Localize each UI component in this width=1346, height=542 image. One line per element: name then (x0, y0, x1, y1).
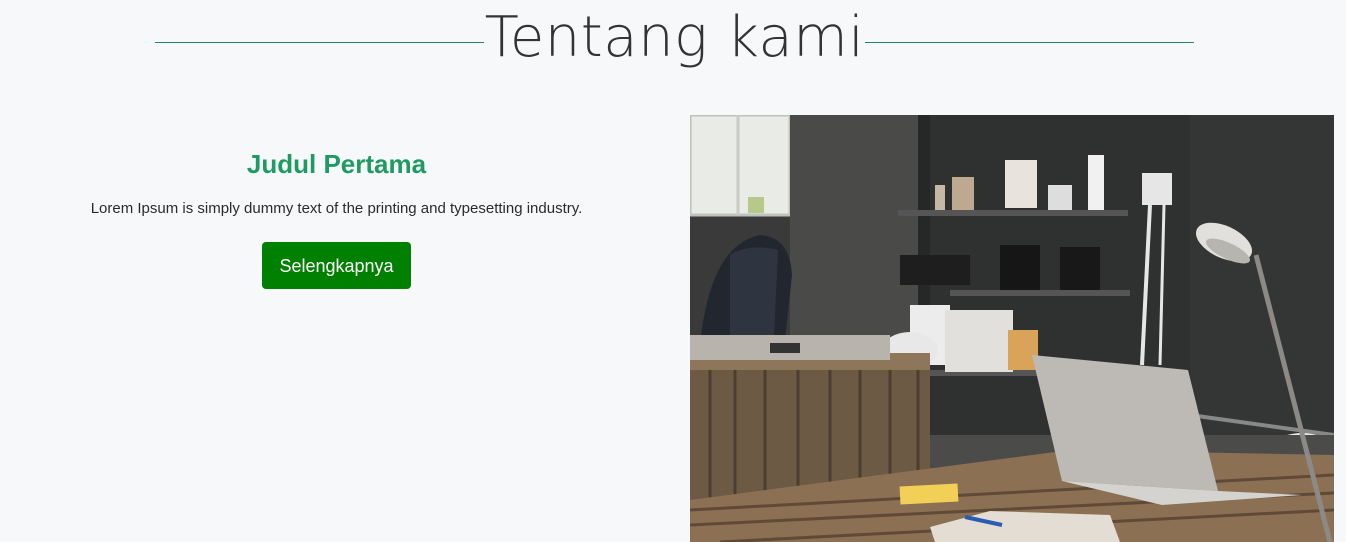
read-more-button[interactable]: Selengkapnya (262, 242, 411, 289)
office-photo (690, 115, 1334, 542)
title-divider-left (155, 42, 484, 43)
about-description: Lorem Ipsum is simply dummy text of the … (90, 200, 583, 217)
about-section: Tentang kami Judul Pertama Lorem Ipsum i… (0, 0, 1346, 542)
about-heading: Judul Pertama (246, 149, 427, 179)
section-title: Tentang kami (484, 5, 865, 70)
about-content: Judul Pertama Lorem Ipsum is simply dumm… (0, 115, 673, 289)
section-header: Tentang kami (0, 0, 1346, 90)
title-divider-right (865, 42, 1194, 43)
